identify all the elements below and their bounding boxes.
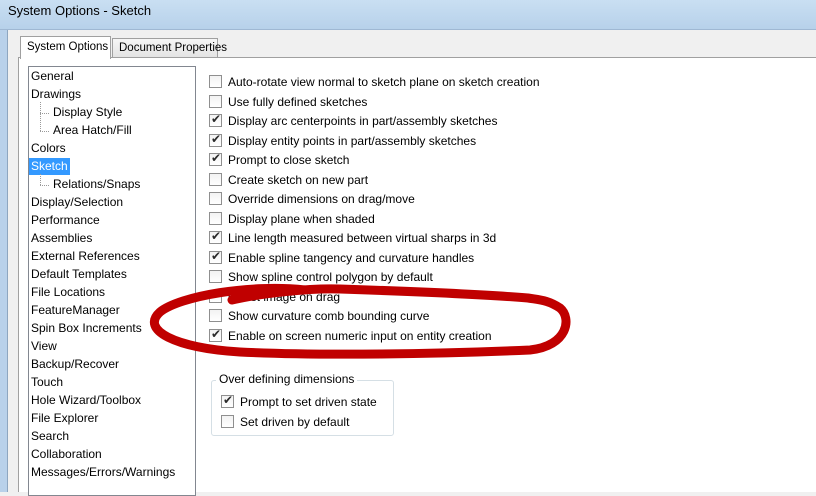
tree-item-search[interactable]: Search	[29, 428, 71, 445]
tree-item-featuremanager[interactable]: FeatureManager	[29, 302, 122, 319]
checkbox[interactable]: ✔	[209, 112, 222, 127]
tree-item-hole-wizard-toolbox[interactable]: Hole Wizard/Toolbox	[29, 392, 143, 409]
option-label: Display entity points in part/assembly s…	[228, 133, 477, 148]
tree-item-file-explorer[interactable]: File Explorer	[29, 410, 100, 427]
tree-item-display-style[interactable]: Display Style	[51, 104, 124, 121]
tree-connector	[40, 185, 49, 186]
tree-item-general[interactable]: General	[29, 68, 76, 85]
tree-item-view[interactable]: View	[29, 338, 59, 355]
checkbox[interactable]: ✔	[209, 229, 222, 244]
checkbox[interactable]: ✔	[209, 326, 222, 342]
checkbox[interactable]	[209, 309, 222, 322]
checkbox[interactable]: ✔	[209, 151, 222, 166]
option-label: Ghost image on drag	[228, 289, 341, 304]
tree-item-performance[interactable]: Performance	[29, 212, 102, 229]
tab-document-properties[interactable]: Document Properties	[112, 38, 227, 58]
tab-content: General Drawings Display Style Area Hatch/F…	[18, 57, 816, 496]
option-label: Prompt to set driven state	[240, 395, 377, 409]
checkbox[interactable]	[209, 94, 222, 108]
check-icon: ✔	[211, 287, 222, 302]
check-icon: ✔	[211, 229, 222, 243]
checkbox[interactable]	[221, 414, 234, 428]
check-icon: ✔	[211, 151, 222, 165]
tree-item-default-templates[interactable]: Default Templates	[29, 266, 129, 283]
tab-system-options[interactable]: System Options	[20, 36, 111, 59]
checkbox[interactable]	[209, 211, 222, 225]
option-label: Line length measured between virtual sha…	[228, 231, 497, 245]
checkbox[interactable]: ✔	[209, 287, 222, 303]
check-icon: ✔	[211, 248, 222, 263]
tree-item-file-locations[interactable]: File Locations	[29, 284, 107, 301]
tree-item-colors[interactable]: Colors	[29, 140, 68, 157]
options-tree[interactable]: General Drawings Display Style Area Hatch/F…	[28, 66, 196, 496]
checkbox[interactable]	[209, 172, 222, 186]
option-label: Set driven by default	[240, 414, 350, 429]
tree-item-backup-recover[interactable]: Backup/Recover	[29, 356, 121, 373]
tree-item-drawings[interactable]: Drawings	[29, 86, 83, 103]
title-bar: System Options - Sketch	[0, 0, 816, 30]
tree-item-touch[interactable]: Touch	[29, 374, 65, 391]
over-defining-legend: Over defining dimensions	[216, 372, 358, 386]
tree-item-collaboration[interactable]: Collaboration	[29, 446, 104, 463]
option-label: Use fully defined sketches	[228, 94, 368, 109]
tree-item-sketch[interactable]: Sketch	[29, 158, 70, 175]
tree-connector	[40, 131, 49, 132]
option-label: Override dimensions on drag/move	[228, 192, 415, 206]
dialog: System Options Document Properties Gener…	[7, 30, 816, 496]
checkbox[interactable]	[209, 270, 222, 283]
option-label: Prompt to close sketch	[228, 153, 350, 167]
tree-item-display-selection[interactable]: Display/Selection	[29, 194, 125, 211]
window-title: System Options - Sketch	[8, 3, 152, 18]
check-icon: ✔	[211, 131, 222, 146]
option-label: Show spline control polygon by default	[228, 270, 433, 284]
tree-item-relations-snaps[interactable]: Relations/Snaps	[51, 176, 142, 193]
tree-connector	[40, 102, 41, 131]
option-label: Auto-rotate view normal to sketch plane …	[228, 75, 540, 89]
tree-item-assemblies[interactable]: Assemblies	[29, 230, 94, 247]
tree-connector	[40, 113, 49, 114]
tree-item-external-references[interactable]: External References	[29, 248, 142, 265]
window-frame: System Options Document Properties Gener…	[0, 30, 816, 496]
check-icon: ✔	[223, 393, 234, 407]
check-icon: ✔	[211, 112, 222, 126]
option-label: Show curvature comb bounding curve	[228, 309, 430, 323]
checkbox[interactable]: ✔	[209, 131, 222, 147]
tree-item-spin-box-increments[interactable]: Spin Box Increments	[29, 320, 144, 337]
option-label: Display plane when shaded	[228, 211, 375, 226]
tree-connector	[40, 174, 41, 185]
option-label: Enable on screen numeric input on entity…	[228, 328, 492, 343]
tree-item-area-hatch-fill[interactable]: Area Hatch/Fill	[51, 122, 134, 139]
option-label: Enable spline tangency and curvature han…	[228, 250, 475, 265]
option-label: Display arc centerpoints in part/assembl…	[228, 114, 498, 128]
tree-item-messages-errors-warnings[interactable]: Messages/Errors/Warnings	[29, 464, 177, 481]
checkbox[interactable]: ✔	[221, 393, 234, 408]
check-icon: ✔	[211, 326, 222, 341]
checkbox[interactable]	[209, 75, 222, 88]
option-label: Create sketch on new part	[228, 172, 369, 187]
checkbox[interactable]	[209, 192, 222, 205]
checkbox[interactable]: ✔	[209, 248, 222, 264]
